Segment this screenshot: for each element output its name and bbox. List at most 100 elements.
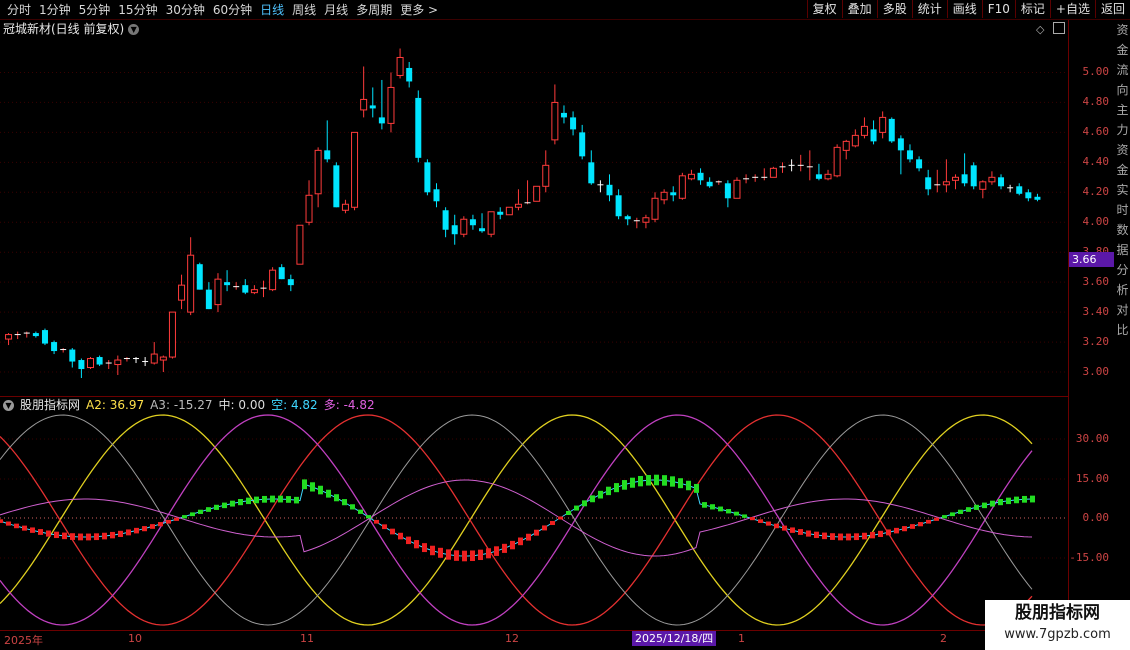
period-tabs: 分时 1分钟 5分钟 15分钟 30分钟 60分钟 日线 周线 月线 多周期 更多 > [3,1,442,19]
indicator-tick: 15.00 [1075,472,1109,485]
price-tick: 3.60 [1082,275,1110,289]
toolbar-buttons: 复权 叠加 多股 统计 画线 F10 标记 +自选 返回 [806,0,1130,18]
candle-body-down [606,184,613,196]
signal-bar [0,519,3,523]
signal-bar [46,530,51,537]
signal-bar [326,489,331,498]
signal-bar [678,478,683,489]
toolbar-button-8[interactable]: 返回 [1094,0,1130,18]
period-tab-7[interactable]: 周线 [288,1,320,19]
candle-body-down [624,216,631,220]
signal-bar [718,506,723,512]
signal-bar [942,515,947,519]
signal-bar [254,496,259,504]
period-tab-5[interactable]: 60分钟 [209,1,256,19]
period-tab-10[interactable]: 更多 > [396,1,442,19]
signal-bar [246,497,251,505]
signal-bar [446,549,451,560]
signal-bar [422,543,427,553]
signal-bar [102,532,107,540]
signal-bar [62,532,67,540]
candle-body-up [533,185,541,202]
signal-bar [358,509,363,514]
candle-body-down [278,267,285,280]
signal-bar [6,521,11,526]
side-info-strip[interactable]: 资金流向主力资金实时数据分析对比 [1115,20,1130,630]
candle-body-up [879,116,887,133]
toolbar-button-5[interactable]: F10 [981,0,1015,18]
signal-bar [918,522,923,527]
signal-bar [126,529,131,536]
candle-body-up [687,173,695,180]
signal-bar [94,533,99,541]
candle-body-down [479,228,486,232]
watermark-url: www.7gpzb.com [1004,627,1111,642]
signal-bar [86,533,91,541]
candle-body-down [224,282,231,286]
panel-divider [0,396,1068,397]
toolbar-button-6[interactable]: 标记 [1014,0,1050,18]
signal-bar [774,523,779,529]
candle-body-up [178,284,186,301]
indicator-tick: 0.00 [1082,511,1110,524]
signal-bar [382,524,387,530]
toolbar-button-7[interactable]: +自选 [1049,0,1095,18]
candle-body-up [396,56,404,76]
signal-bar [206,507,211,512]
candle-body-down [1016,186,1023,194]
signal-bar [1022,495,1027,503]
top-toolbar: 分时 1分钟 5分钟 15分钟 30分钟 60分钟 日线 周线 月线 多周期 更多 > 复权 叠加 多股… [0,0,1130,20]
signal-bar [478,549,483,561]
signal-bar [430,545,435,556]
signal-bar [670,476,675,487]
signal-bar [198,509,203,514]
candle-body-down [497,211,504,215]
date-label: 1 [738,632,745,645]
signal-bar [502,543,507,553]
period-tab-1[interactable]: 1分钟 [35,1,75,19]
candle-body-up [187,254,195,313]
candle-body-down [32,333,39,337]
candle-body-down [961,174,968,184]
candle-body-down [706,181,713,187]
signal-bar [518,537,523,546]
signal-bar [798,529,803,535]
candle-body-down [998,177,1005,187]
signal-bar [438,547,443,558]
toolbar-button-4[interactable]: 画线 [946,0,982,18]
signal-bar [70,533,75,540]
signal-bar [990,500,995,507]
period-tab-4[interactable]: 30分钟 [162,1,209,19]
candle-body-up [168,311,176,358]
period-tab-9[interactable]: 多周期 [352,1,396,19]
period-tab-6[interactable]: 日线 [256,1,288,19]
signal-bar [406,536,411,545]
indicator-tick: -15.00 [1069,551,1109,564]
signal-bar [414,540,419,549]
toolbar-button-1[interactable]: 叠加 [841,0,877,18]
window-toggle-icon[interactable] [1053,22,1065,34]
candle-body-down [287,279,294,286]
signal-bar [750,517,755,521]
candle-body-down [560,112,567,118]
signal-bar [1006,497,1011,505]
signal-bar [150,524,155,529]
candle-body-down [1025,192,1032,199]
signal-bar [310,482,315,492]
diamond-icon[interactable]: ◇ [1036,23,1044,36]
toolbar-button-3[interactable]: 统计 [911,0,947,18]
chevron-down-icon[interactable]: ▼ [128,23,140,35]
signal-bar [182,515,187,519]
period-tab-0[interactable]: 分时 [3,1,35,19]
period-tab-2[interactable]: 5分钟 [75,1,115,19]
candle-body-down [906,150,913,160]
period-tab-8[interactable]: 月线 [320,1,352,19]
period-tab-3[interactable]: 15分钟 [114,1,161,19]
candle-body-up [851,134,859,147]
candle-body-down [451,225,458,235]
signal-bar [494,546,499,556]
toolbar-button-0[interactable]: 复权 [806,0,842,18]
candle-body-down [469,219,476,226]
toolbar-button-2[interactable]: 多股 [876,0,912,18]
signal-bar [734,511,739,516]
